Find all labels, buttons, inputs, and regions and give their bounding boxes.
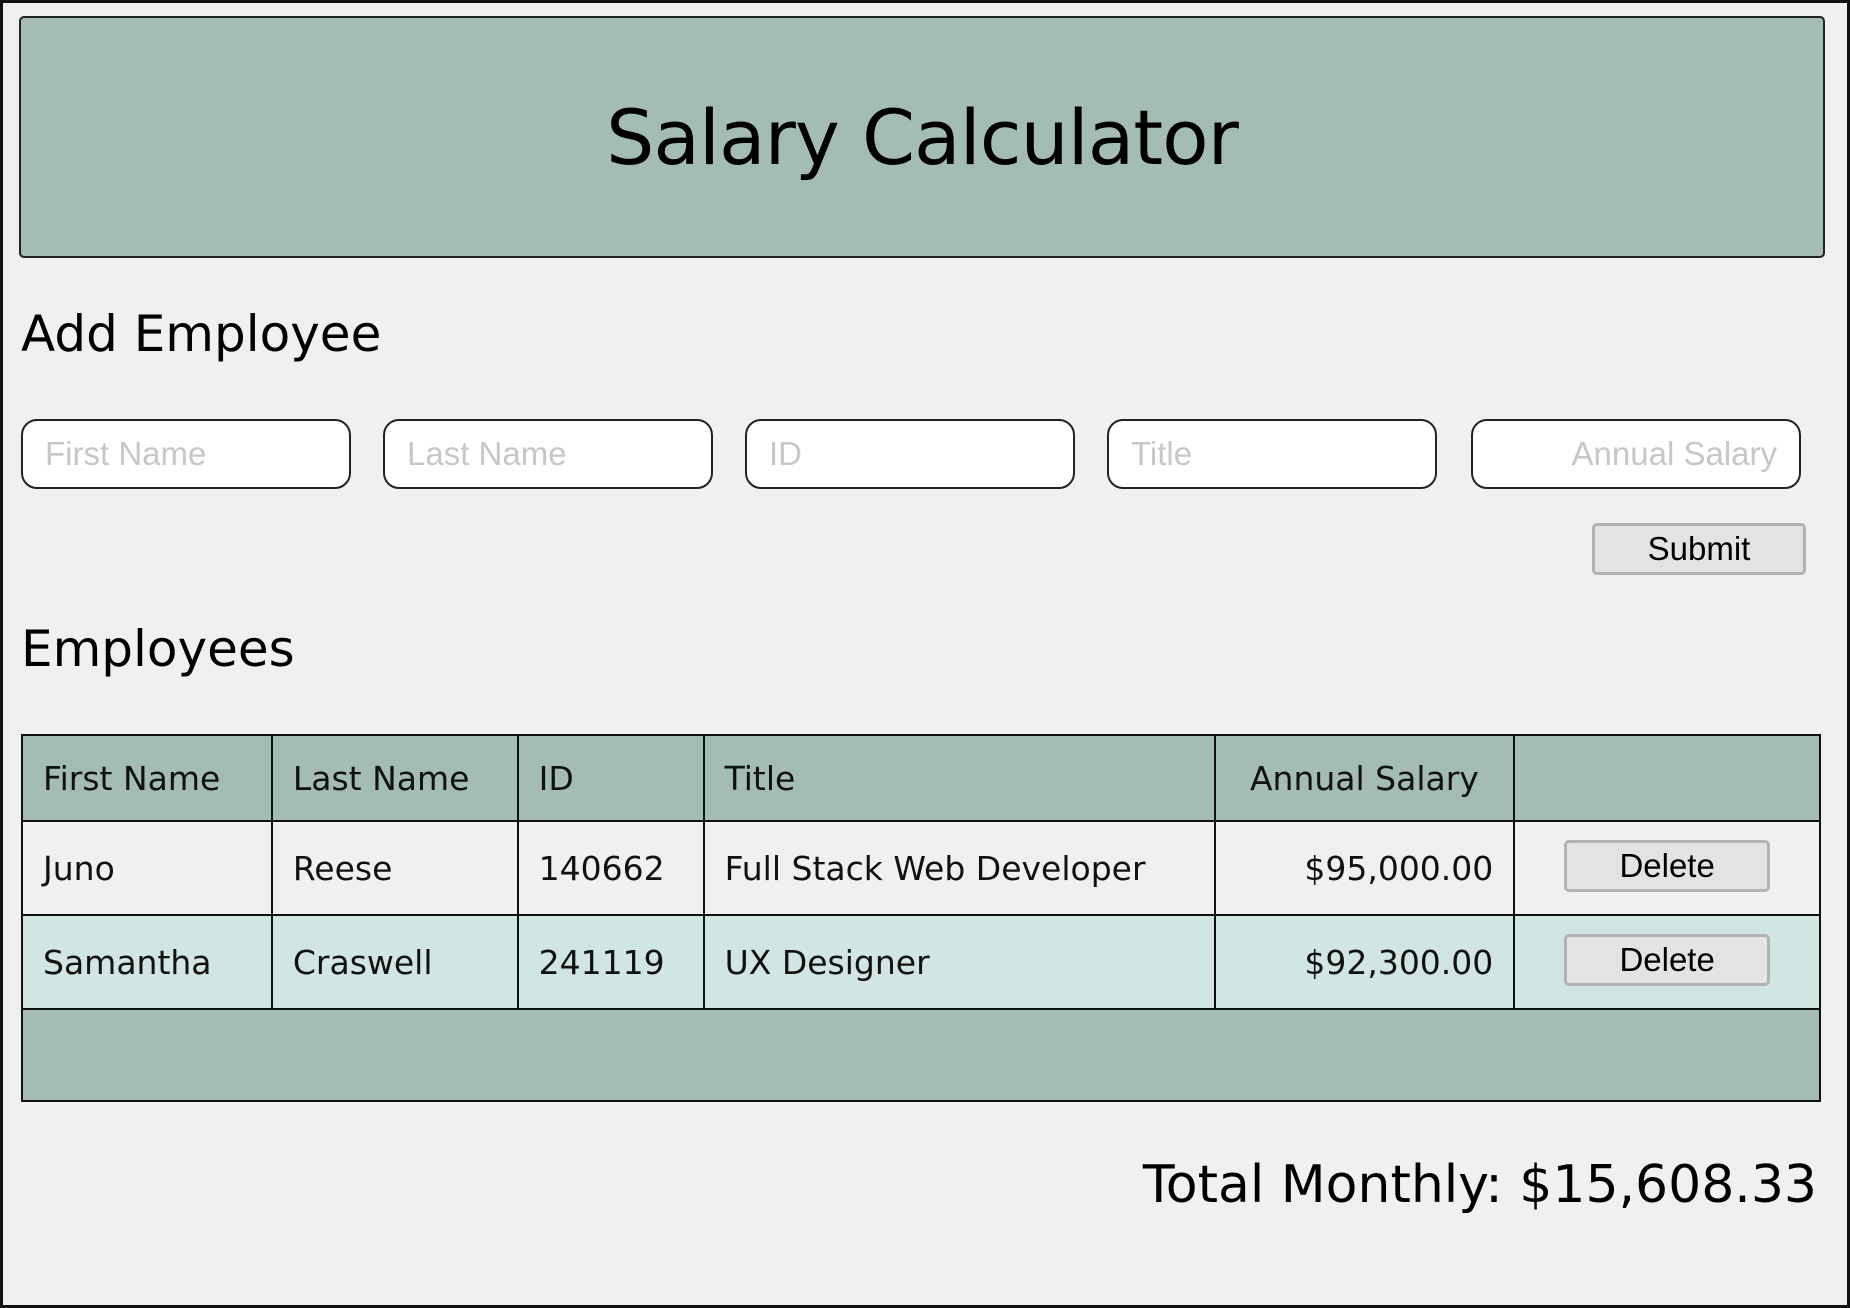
last-name-input[interactable] bbox=[383, 419, 713, 489]
delete-button[interactable]: Delete bbox=[1564, 840, 1771, 892]
app-frame: Salary Calculator Add Employee Submit Em… bbox=[0, 0, 1850, 1308]
cell-actions: Delete bbox=[1513, 914, 1821, 1010]
column-header-actions bbox=[1513, 734, 1821, 822]
delete-button[interactable]: Delete bbox=[1564, 934, 1771, 986]
total-monthly: Total Monthly: $15,608.33 bbox=[1142, 1155, 1817, 1215]
column-header-first-name: First Name bbox=[21, 734, 273, 822]
cell-actions: Delete bbox=[1513, 820, 1821, 916]
cell-first-name: Juno bbox=[21, 820, 273, 916]
submit-button[interactable]: Submit bbox=[1592, 523, 1806, 575]
cell-first-name: Samantha bbox=[21, 914, 273, 1010]
add-employee-heading: Add Employee bbox=[21, 305, 382, 363]
first-name-input[interactable] bbox=[21, 419, 351, 489]
cell-title: Full Stack Web Developer bbox=[702, 820, 1216, 916]
title-input[interactable] bbox=[1107, 419, 1437, 489]
table-row: Samantha Craswell 241119 UX Designer $92… bbox=[21, 914, 1821, 1010]
column-header-title: Title bbox=[702, 734, 1216, 822]
table-header-row: First Name Last Name ID Title Annual Sal… bbox=[21, 734, 1821, 822]
annual-salary-input[interactable] bbox=[1471, 419, 1801, 489]
column-header-id: ID bbox=[516, 734, 705, 822]
cell-last-name: Reese bbox=[270, 820, 519, 916]
cell-title: UX Designer bbox=[702, 914, 1216, 1010]
cell-id: 241119 bbox=[516, 914, 705, 1010]
cell-annual-salary: $95,000.00 bbox=[1213, 820, 1516, 916]
cell-last-name: Craswell bbox=[270, 914, 519, 1010]
cell-annual-salary: $92,300.00 bbox=[1213, 914, 1516, 1010]
table-footer-cell bbox=[21, 1008, 1821, 1102]
table-footer-row bbox=[21, 1008, 1821, 1102]
table-row: Juno Reese 140662 Full Stack Web Develop… bbox=[21, 820, 1821, 916]
app-header: Salary Calculator bbox=[19, 16, 1825, 258]
page-title: Salary Calculator bbox=[606, 92, 1239, 182]
employees-table: First Name Last Name ID Title Annual Sal… bbox=[21, 734, 1821, 1102]
employees-heading: Employees bbox=[21, 620, 295, 678]
column-header-last-name: Last Name bbox=[270, 734, 519, 822]
id-input[interactable] bbox=[745, 419, 1075, 489]
cell-id: 140662 bbox=[516, 820, 705, 916]
column-header-annual-salary: Annual Salary bbox=[1213, 734, 1516, 822]
